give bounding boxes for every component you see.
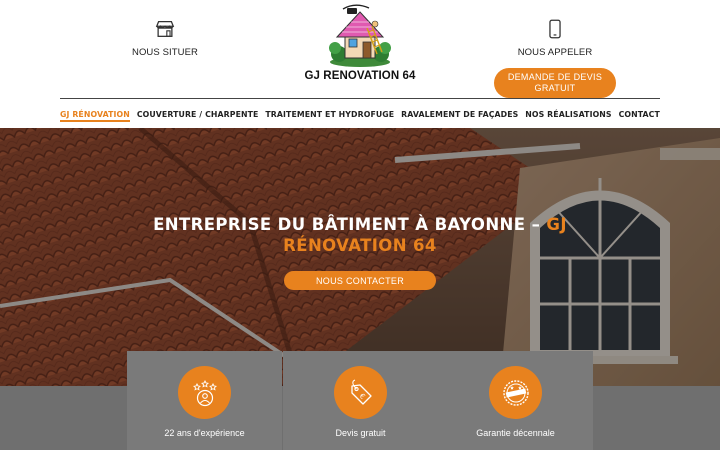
nav-item-gj-renovation[interactable]: GJ RÉNOVATION [60,110,130,122]
feature-label: 22 ans d'expérience [164,428,245,438]
phone-icon [549,19,561,39]
site-header: NOUS SITUER GJ RENOVATION 64 NOUS APPELE… [0,0,720,128]
contact-us-button[interactable]: NOUS CONTACTER [284,271,436,290]
logo-house-illustration [329,4,391,67]
call-link[interactable]: NOUS APPELER [495,18,615,58]
store-icon [155,21,175,37]
hero-title: ENTREPRISE DU BÂTIMENT À BAYONNE – GJ RÉ… [130,214,590,256]
hero-overlay [0,128,720,386]
locate-link[interactable]: NOUS SITUER [105,18,225,58]
free-quote-button[interactable]: DEMANDE DE DEVIS GRATUIT [494,68,616,98]
feature-label: Garantie décennale [476,428,555,438]
call-label: NOUS APPELER [517,47,593,58]
nav-item-ravalement-facades[interactable]: RAVALEMENT DE FAÇADES [401,110,518,119]
nav-item-couverture-charpente[interactable]: COUVERTURE / CHARPENTE [137,110,259,119]
nav-divider [60,98,660,99]
stars-person-icon [192,379,217,406]
nav-item-traitement-hydrofuge[interactable]: TRAITEMENT ET HYDROFUGE [265,110,394,119]
feature-card-experience: 22 ans d'expérience [127,351,282,450]
feature-label: Devis gratuit [335,428,386,438]
feature-icon-circle [178,366,231,419]
main-nav: GJ RÉNOVATION COUVERTURE / CHARPENTE TRA… [60,100,660,128]
guarantee-seal-icon [502,379,529,406]
feature-card-guarantee: Garantie décennale [438,351,593,450]
nav-item-contact[interactable]: CONTACT [619,110,660,119]
locate-label: NOUS SITUER [131,47,199,58]
hero-section: ENTREPRISE DU BÂTIMENT À BAYONNE – GJ RÉ… [0,128,720,386]
feature-card-free-quote: € Devis gratuit [283,351,438,450]
feature-icon-circle [489,366,542,419]
nav-item-nos-realisations[interactable]: NOS RÉALISATIONS [525,110,611,119]
feature-icon-circle: € [334,366,387,419]
site-logo[interactable]: GJ RENOVATION 64 [300,4,420,82]
logo-text: GJ RENOVATION 64 [304,70,416,82]
price-tag-icon: € [350,379,372,405]
hero-title-main: ENTREPRISE DU BÂTIMENT À BAYONNE – [153,215,547,234]
